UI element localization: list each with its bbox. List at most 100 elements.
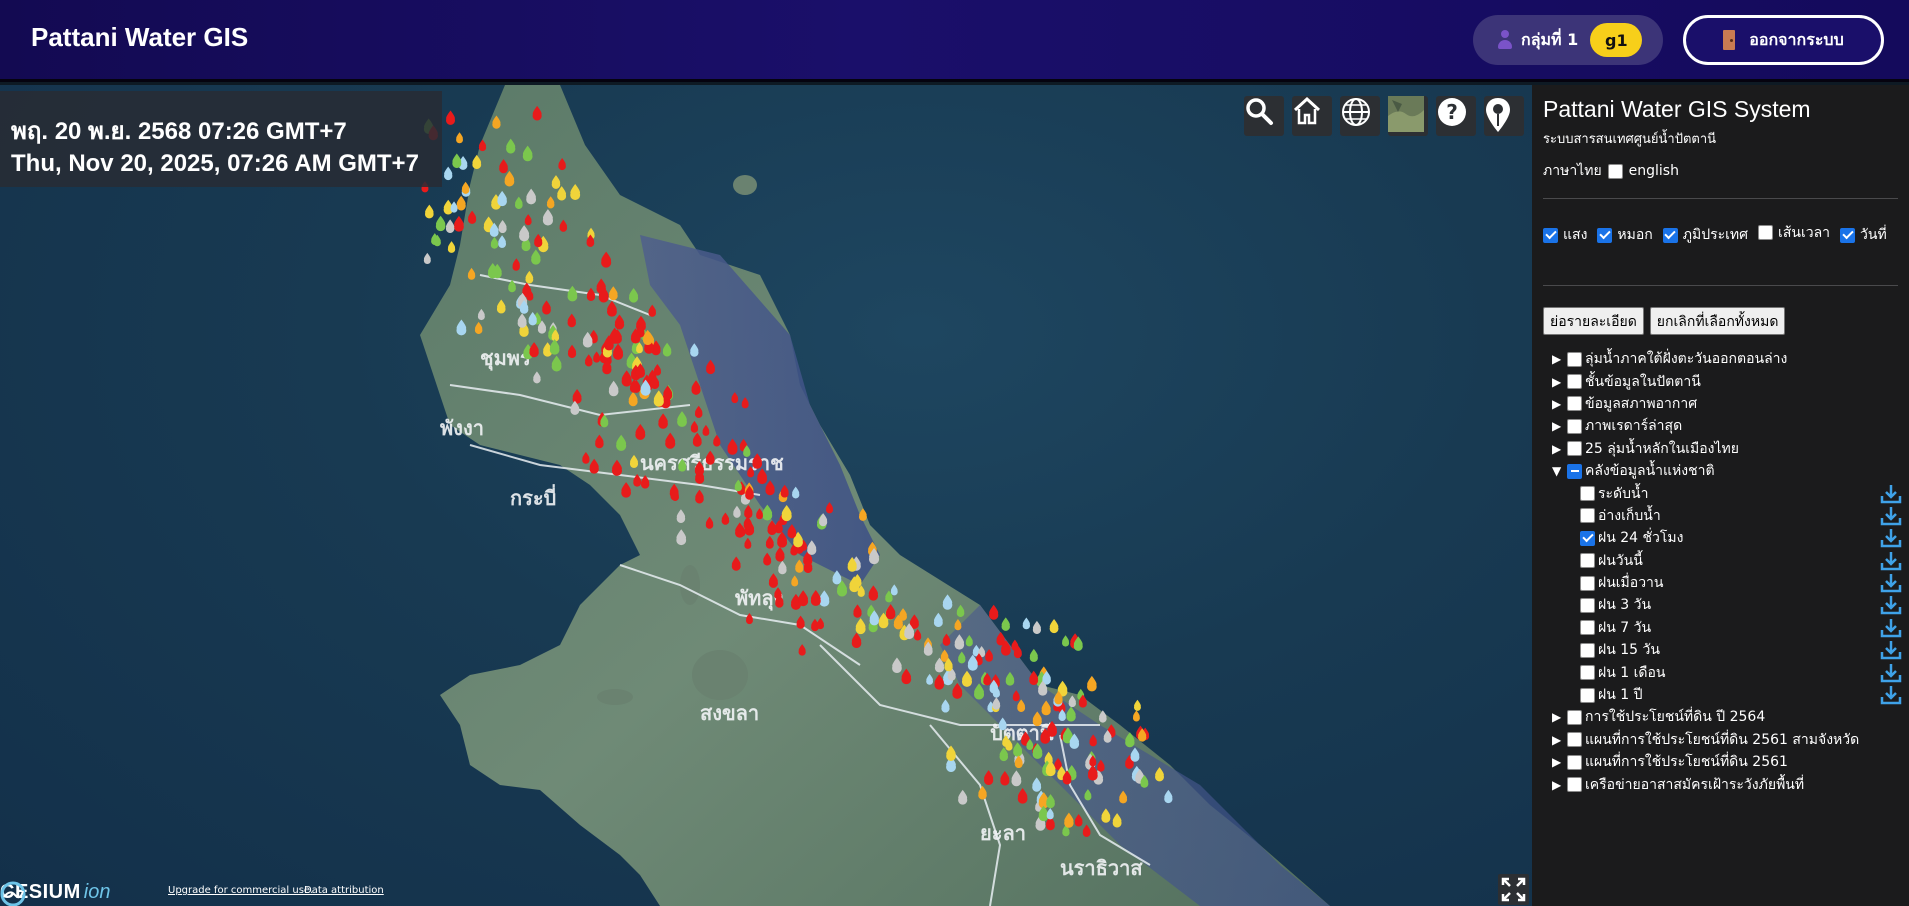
layer-checkbox[interactable] — [1580, 665, 1595, 681]
rain-station-marker[interactable] — [608, 286, 618, 301]
rain-station-marker[interactable] — [526, 188, 537, 205]
rain-station-marker[interactable] — [926, 673, 934, 685]
rain-station-marker[interactable] — [478, 139, 487, 152]
rain-station-marker[interactable] — [756, 508, 763, 520]
sublayer-item[interactable]: ฝนเมื่อวาน — [1552, 572, 1902, 594]
rain-station-marker[interactable] — [819, 513, 828, 527]
rain-station-marker[interactable] — [1130, 747, 1140, 762]
rain-station-marker[interactable] — [557, 186, 567, 201]
rain-station-marker[interactable] — [498, 235, 507, 248]
rain-station-marker[interactable] — [450, 201, 458, 213]
download-icon[interactable] — [1880, 484, 1902, 504]
rain-station-marker[interactable] — [1066, 706, 1076, 722]
rain-station-marker[interactable] — [1125, 732, 1135, 748]
collapsed-arrow-icon[interactable]: ▶ — [1552, 733, 1564, 747]
uncheck-all-button[interactable]: ยกเลิกที่เลือกทั้งหมด — [1649, 307, 1786, 335]
rain-station-marker[interactable] — [768, 573, 778, 588]
rain-station-marker[interactable] — [733, 505, 741, 518]
rain-station-marker[interactable] — [477, 308, 485, 321]
rain-station-marker[interactable] — [778, 560, 787, 575]
rain-station-marker[interactable] — [705, 450, 715, 465]
rain-station-marker[interactable] — [629, 454, 639, 468]
rain-station-marker[interactable] — [741, 397, 749, 409]
layer-checkbox[interactable] — [1580, 597, 1595, 613]
rain-station-marker[interactable] — [832, 570, 842, 585]
rain-station-marker[interactable] — [586, 287, 596, 302]
download-icon[interactable] — [1880, 663, 1902, 683]
rain-station-marker[interactable] — [885, 604, 896, 620]
sublayer-item[interactable]: ฝน 7 วัน — [1552, 617, 1902, 639]
rain-station-marker[interactable] — [456, 132, 463, 144]
rain-station-marker[interactable] — [1012, 690, 1020, 702]
rain-station-marker[interactable] — [796, 615, 805, 629]
rain-station-marker[interactable] — [767, 520, 777, 535]
collapsed-arrow-icon[interactable]: ▶ — [1552, 755, 1564, 769]
rain-station-marker[interactable] — [1046, 794, 1055, 809]
rain-station-marker[interactable] — [810, 589, 821, 606]
rain-station-marker[interactable] — [734, 479, 742, 492]
rain-station-marker[interactable] — [531, 249, 541, 265]
rain-station-marker[interactable] — [692, 432, 702, 447]
rain-station-marker[interactable] — [499, 159, 508, 174]
rain-station-marker[interactable] — [735, 522, 745, 538]
rain-station-marker[interactable] — [1047, 720, 1058, 737]
cesium-logo[interactable]: CESIUM ion — [0, 881, 111, 906]
sublayer-item[interactable]: ฝน 24 ชั่วโมง — [1552, 527, 1902, 549]
rain-station-marker[interactable] — [901, 668, 912, 685]
collapsed-arrow-icon[interactable]: ▶ — [1552, 710, 1564, 724]
rain-station-marker[interactable] — [640, 475, 650, 489]
rain-station-marker[interactable] — [1011, 770, 1022, 787]
rain-station-marker[interactable] — [1119, 790, 1128, 804]
rain-station-marker[interactable] — [958, 789, 968, 805]
download-icon[interactable] — [1880, 640, 1902, 660]
layer-checkbox[interactable] — [1567, 374, 1582, 390]
rain-station-marker[interactable] — [690, 420, 699, 433]
rain-station-marker[interactable] — [1032, 711, 1042, 727]
sublayer-item[interactable]: ฝน 15 วัน — [1552, 639, 1902, 661]
rain-station-marker[interactable] — [691, 380, 701, 395]
layer-checkbox[interactable] — [1567, 441, 1582, 457]
layer-checkbox[interactable] — [1567, 351, 1582, 367]
rain-station-marker[interactable] — [746, 613, 753, 625]
rain-station-marker[interactable] — [974, 683, 985, 700]
rain-station-marker[interactable] — [551, 355, 562, 372]
rain-station-marker[interactable] — [678, 458, 687, 472]
rain-station-marker[interactable] — [492, 115, 501, 129]
rain-station-marker[interactable] — [472, 154, 482, 170]
rain-station-marker[interactable] — [807, 540, 817, 555]
rain-station-marker[interactable] — [1155, 767, 1164, 782]
layer-group[interactable]: ▶ เครือข่ายอาสาสมัครเฝ้าระวังภัยพื้นที่ — [1552, 773, 1902, 795]
rain-station-marker[interactable] — [694, 460, 704, 476]
rain-station-marker[interactable] — [1017, 699, 1026, 712]
rain-station-marker[interactable] — [524, 214, 532, 226]
rain-station-marker[interactable] — [533, 371, 541, 384]
rain-station-marker[interactable] — [628, 391, 638, 407]
rain-station-marker[interactable] — [763, 552, 772, 566]
rain-station-marker[interactable] — [967, 654, 978, 671]
help-button[interactable]: ? — [1436, 96, 1476, 136]
rain-station-marker[interactable] — [528, 312, 537, 326]
rain-station-marker[interactable] — [582, 452, 590, 464]
rain-station-marker[interactable] — [954, 619, 962, 631]
rain-station-marker[interactable] — [1032, 620, 1042, 634]
rain-station-marker[interactable] — [825, 502, 834, 514]
rain-station-marker[interactable] — [946, 745, 956, 761]
rain-station-marker[interactable] — [1112, 813, 1122, 828]
layer-checkbox[interactable] — [1580, 486, 1595, 502]
rain-station-marker[interactable] — [446, 110, 455, 125]
rain-station-marker[interactable] — [1005, 671, 1015, 686]
rain-station-marker[interactable] — [496, 299, 506, 314]
rain-station-marker[interactable] — [985, 649, 993, 662]
rain-station-marker[interactable] — [954, 634, 965, 650]
rain-station-marker[interactable] — [727, 438, 738, 455]
rain-station-marker[interactable] — [529, 342, 539, 358]
english-checkbox[interactable] — [1607, 163, 1623, 179]
rain-station-marker[interactable] — [992, 697, 1001, 710]
rain-station-marker[interactable] — [653, 390, 664, 407]
rain-station-marker[interactable] — [572, 389, 582, 404]
pin-button[interactable] — [1484, 96, 1524, 136]
rain-station-marker[interactable] — [621, 482, 631, 498]
rain-station-marker[interactable] — [744, 537, 752, 549]
rain-station-marker[interactable] — [1049, 618, 1059, 634]
rain-station-marker[interactable] — [567, 344, 577, 358]
